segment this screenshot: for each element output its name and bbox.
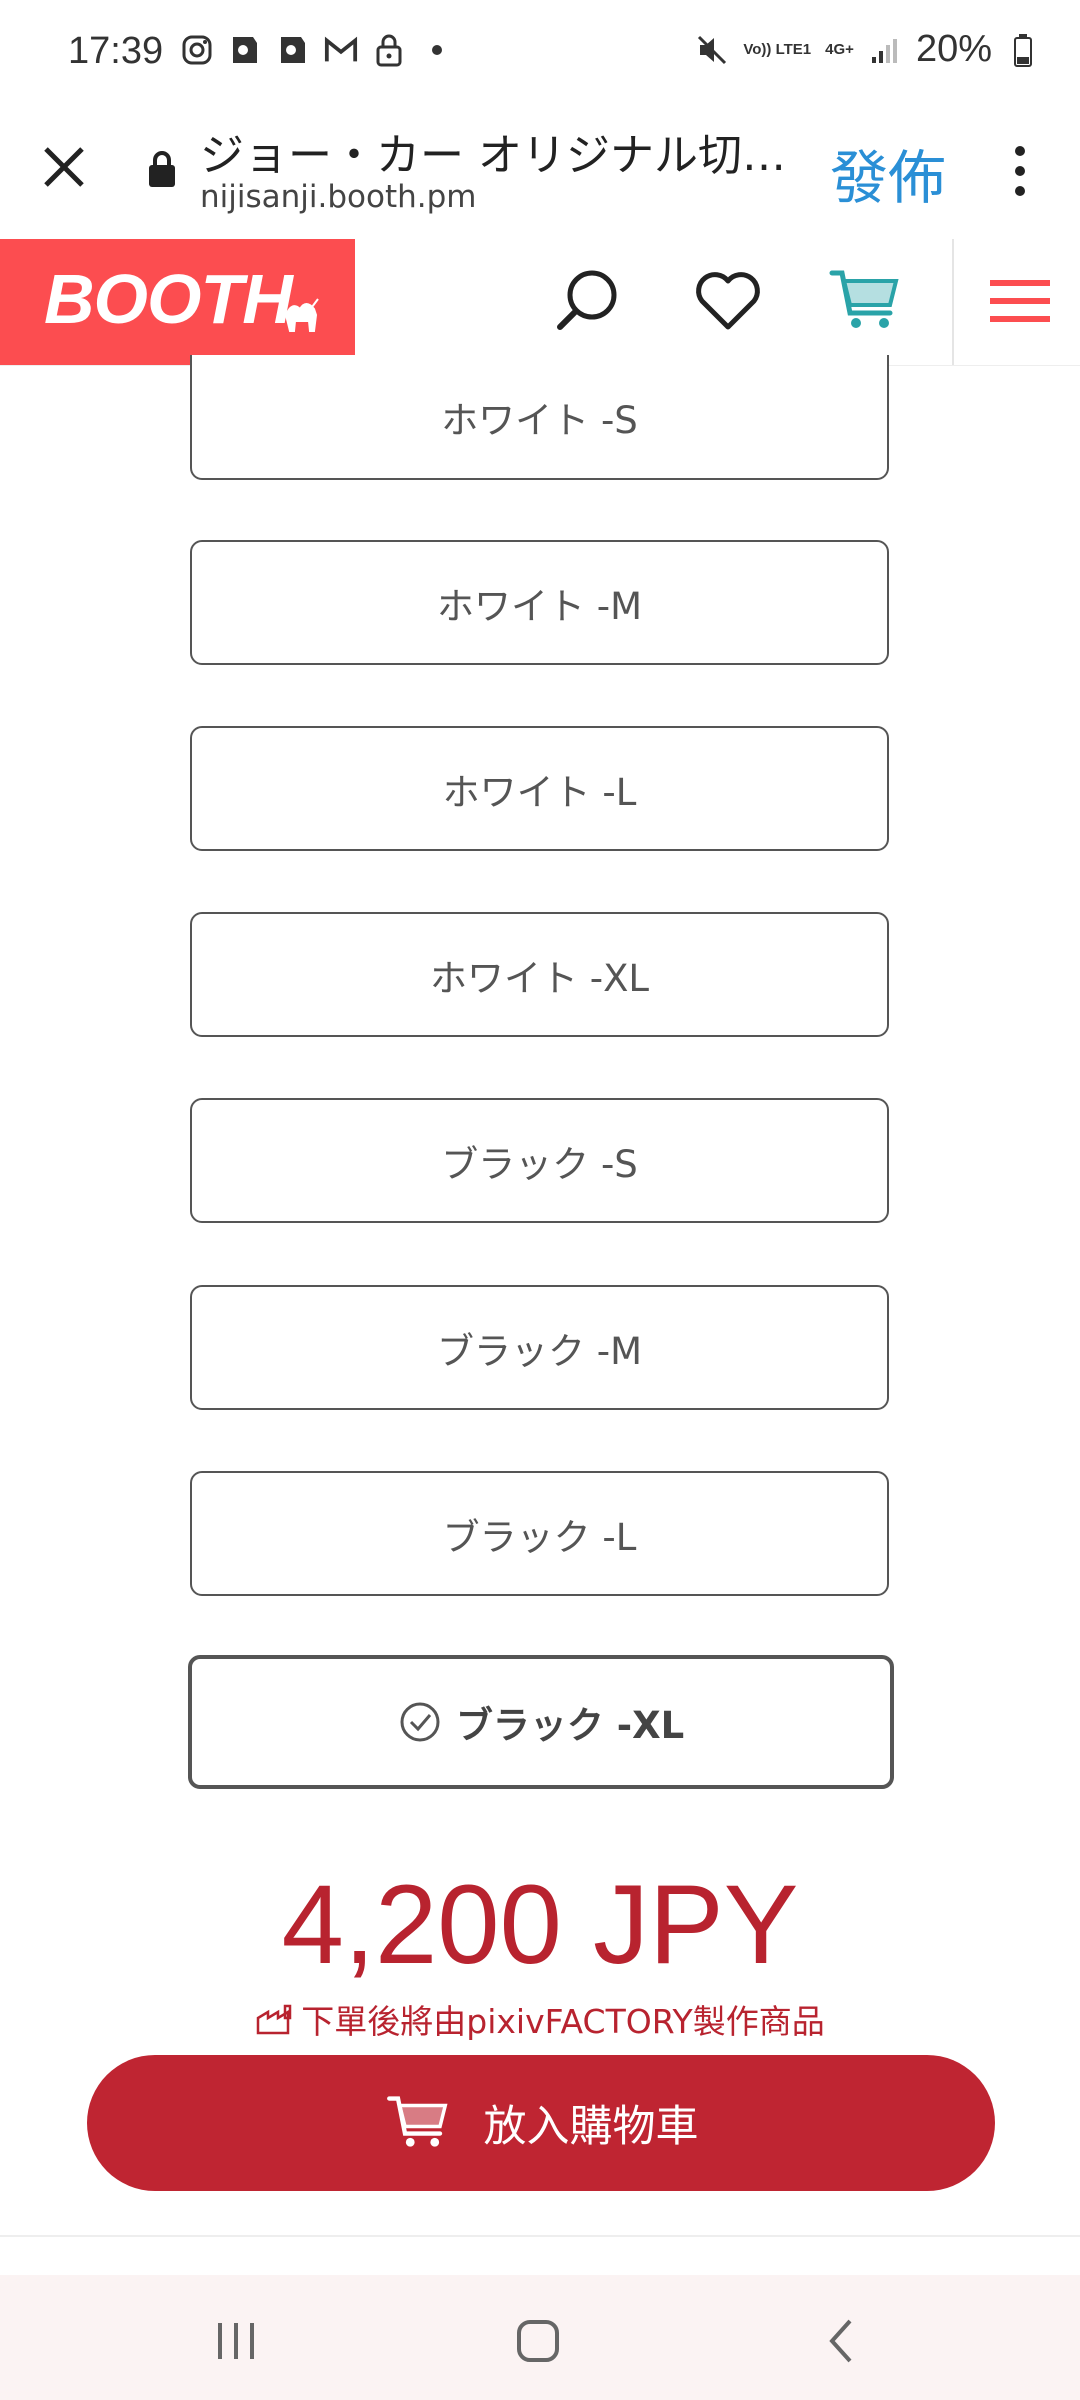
favorite-heart-icon[interactable] bbox=[688, 261, 768, 341]
secure-lock-icon bbox=[146, 149, 178, 189]
menu-hamburger-icon[interactable] bbox=[980, 261, 1060, 341]
add-to-cart-button[interactable]: 放入購物車 bbox=[87, 2055, 995, 2191]
signal-icon bbox=[868, 33, 902, 67]
site-header: BOOTH bbox=[0, 239, 1080, 366]
factory-note-text: 下單後將由pixivFACTORY製作商品 bbox=[301, 2002, 825, 2041]
variant-label: ホワイト -L bbox=[442, 770, 637, 814]
lock-status-icon bbox=[372, 33, 406, 67]
variant-option[interactable]: ホワイト -S bbox=[190, 355, 889, 480]
status-bar: 17:39 Vo)) LTE1 4G+ 20% bbox=[0, 0, 1080, 105]
note-app-icon bbox=[276, 33, 310, 67]
logo-text: BOOTH bbox=[44, 260, 293, 338]
price: 4,200 JPY bbox=[281, 1862, 799, 1987]
variant-option-selected[interactable]: ブラック -XL bbox=[188, 1655, 894, 1789]
variant-label: ブラック -S bbox=[441, 1142, 638, 1186]
recent-apps-icon[interactable] bbox=[206, 2311, 266, 2371]
variant-label: ブラック -L bbox=[442, 1515, 637, 1559]
variant-label: ホワイト -M bbox=[436, 584, 643, 628]
system-status-icons: Vo)) LTE1 4G+ 20% bbox=[695, 28, 1040, 71]
battery-icon bbox=[1006, 33, 1040, 67]
more-notifications-dot bbox=[432, 45, 442, 55]
factory-note: 下單後將由pixivFACTORY製作商品 bbox=[0, 1995, 1080, 2043]
note-app-icon bbox=[228, 33, 262, 67]
variant-option[interactable]: ホワイト -XL bbox=[190, 912, 889, 1037]
instagram-icon bbox=[180, 33, 214, 67]
gmail-icon bbox=[324, 33, 358, 67]
variant-option[interactable]: ブラック -M bbox=[190, 1285, 889, 1410]
camel-icon bbox=[284, 298, 319, 332]
browser-url-bar: ジョー・カー オリジナル切り… nijisanji.booth.pm 發佈 bbox=[0, 105, 1080, 241]
check-circle-icon bbox=[400, 1702, 440, 1742]
booth-logo[interactable]: BOOTH bbox=[0, 239, 355, 365]
variant-option[interactable]: ブラック -S bbox=[190, 1098, 889, 1223]
cart-icon bbox=[386, 2096, 447, 2147]
header-divider bbox=[952, 239, 954, 365]
back-icon[interactable] bbox=[812, 2311, 872, 2371]
status-time: 17:39 bbox=[68, 30, 164, 72]
battery-percent: 20% bbox=[915, 28, 992, 70]
more-options-icon[interactable] bbox=[1000, 141, 1040, 201]
variant-option[interactable]: ホワイト -L bbox=[190, 726, 889, 851]
translate-button[interactable]: 發佈 bbox=[830, 131, 946, 215]
factory-icon bbox=[257, 2004, 292, 2035]
variant-label: ホワイト -XL bbox=[429, 956, 650, 1000]
search-icon[interactable] bbox=[548, 261, 628, 341]
variant-option[interactable]: ホワイト -M bbox=[190, 540, 889, 665]
close-icon[interactable] bbox=[38, 141, 90, 193]
network-type-indicator: 4G+ bbox=[825, 40, 854, 58]
add-to-cart-label: 放入購物車 bbox=[483, 2102, 699, 2152]
page-title: ジョー・カー オリジナル切り… bbox=[200, 130, 800, 181]
cart-icon[interactable] bbox=[826, 261, 906, 341]
divider bbox=[0, 2235, 1080, 2237]
mute-icon bbox=[695, 33, 729, 67]
home-icon[interactable] bbox=[508, 2311, 568, 2371]
variant-label: ホワイト -S bbox=[441, 398, 638, 442]
variant-label: ブラック -XL bbox=[455, 1704, 685, 1747]
page-url[interactable]: nijisanji.booth.pm bbox=[200, 179, 477, 215]
variant-option[interactable]: ブラック -L bbox=[190, 1471, 889, 1596]
variant-label: ブラック -M bbox=[436, 1329, 643, 1373]
volte-indicator: Vo)) LTE1 bbox=[743, 40, 812, 58]
system-nav-bar bbox=[0, 2275, 1080, 2400]
notification-icons bbox=[180, 33, 442, 67]
